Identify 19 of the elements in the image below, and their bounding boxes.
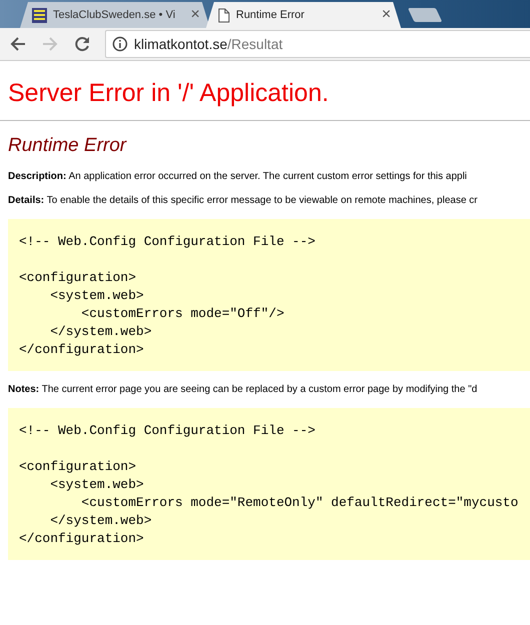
document-icon — [218, 8, 230, 22]
address-bar[interactable]: klimatkontot.se/Resultat — [105, 30, 530, 58]
browser-tab[interactable]: Runtime Error × — [206, 2, 401, 28]
new-tab-button[interactable] — [408, 8, 442, 22]
close-tab-button[interactable]: × — [190, 6, 200, 24]
page-heading: Server Error in '/' Application. — [8, 79, 330, 108]
error-paragraph: Notes: The current error page you are seeing can be replaced by a custom error page by modifying the "d — [8, 384, 478, 395]
error-paragraph: Details: To enable the details of this specific error message to be viewable on remote machines, please cr — [8, 195, 479, 206]
close-tab-button[interactable]: × — [382, 6, 391, 24]
url-text: klimatkontot.se/Resultat — [134, 36, 283, 52]
info-icon[interactable] — [112, 36, 128, 52]
reload-icon[interactable] — [73, 35, 91, 53]
error-subheading: Runtime Error — [8, 135, 128, 157]
back-icon[interactable] — [9, 35, 27, 53]
code-block: <!-- Web.Config Configuration File --> <configuration> <system.web> <customErrors mode="RemoteOnly" defaultRedirect="mycusto </system.web> </configuration> — [8, 408, 530, 560]
error-paragraph: Description: An application error occurred on the server. The current custom error settings for this appli — [8, 171, 468, 182]
site-favicon-icon — [32, 8, 47, 22]
browser-tab[interactable]: TeslaClubSweden.se • Vi × — [20, 2, 210, 28]
code-block: <!-- Web.Config Configuration File --> <configuration> <system.web> <customErrors mode="Off"/> </system.web> </configuration> — [8, 219, 530, 371]
